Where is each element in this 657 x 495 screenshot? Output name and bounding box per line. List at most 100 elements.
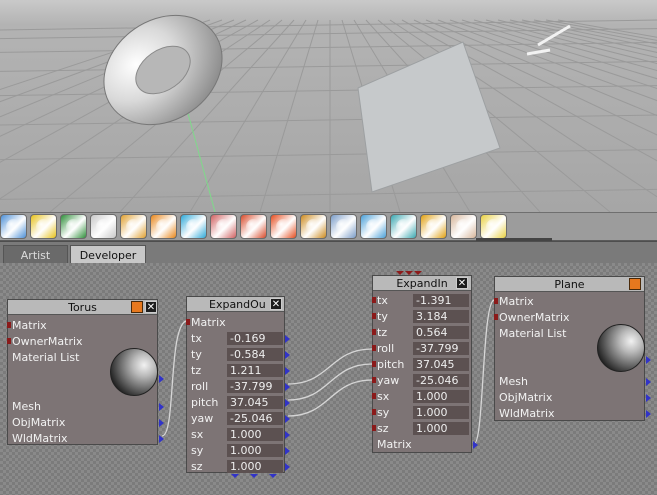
plane-output-objmatrix[interactable]: ObjMatrix xyxy=(495,390,552,405)
expandin-field-tx[interactable]: tx xyxy=(372,293,388,308)
wire-roll[interactable] xyxy=(287,348,373,385)
expandout-out-port-sx[interactable] xyxy=(285,431,290,439)
plane-node[interactable]: Plane Matrix OwnerMatrix Material List M… xyxy=(494,276,651,421)
torus-orange-toggle[interactable] xyxy=(131,301,143,313)
speaker-icon[interactable] xyxy=(0,214,27,239)
plane-orange-toggle[interactable] xyxy=(629,278,641,290)
torus-output-wldmatrix[interactable]: WldMatrix xyxy=(8,431,68,446)
expandout-bottom-port-1[interactable] xyxy=(231,474,239,478)
expandout-field-ty[interactable]: ty xyxy=(187,347,202,362)
expandout-field-sx[interactable]: sx xyxy=(187,427,203,442)
expandout-node[interactable]: ExpandOu ✕ Matrix tx -0.169 ty -0.584 tz 1.21… xyxy=(186,296,290,474)
expandin-top-port-3[interactable] xyxy=(414,271,422,275)
expandout-field-sz[interactable]: sz xyxy=(187,459,203,474)
expandout-field-tz[interactable]: tz xyxy=(187,363,201,378)
expandin-value-yaw[interactable]: -25.046 xyxy=(413,374,469,387)
expandin-top-port-2[interactable] xyxy=(405,271,413,275)
expandin-value-sx[interactable]: 1.000 xyxy=(413,390,469,403)
mm-logo-icon[interactable] xyxy=(420,214,447,239)
expandout-field-roll[interactable]: roll xyxy=(187,379,208,394)
expandout-field-sy[interactable]: sy xyxy=(187,443,203,458)
paint-icon[interactable] xyxy=(180,214,207,239)
expandin-output-matrix[interactable]: Matrix xyxy=(373,437,412,452)
expandin-field-yaw[interactable]: yaw xyxy=(371,373,399,388)
expandin-value-pitch[interactable]: 37.045 xyxy=(413,358,469,371)
expandout-value-sy[interactable]: 1.000 xyxy=(227,444,283,457)
expandout-input-matrix[interactable]: Matrix xyxy=(186,315,226,330)
checker-ball-icon[interactable] xyxy=(360,214,387,239)
expandout-out-port-tz[interactable] xyxy=(285,367,290,375)
expandout-field-pitch[interactable]: pitch xyxy=(187,395,218,410)
expandout-field-tx[interactable]: tx xyxy=(187,331,202,346)
expandout-bottom-port-2[interactable] xyxy=(250,474,258,478)
wire-torus-to-expandout[interactable] xyxy=(161,320,187,437)
expandout-out-port-tx[interactable] xyxy=(285,335,290,343)
blocks-icon[interactable] xyxy=(150,214,177,239)
torus-objmatrix-out-port[interactable] xyxy=(159,419,164,427)
slime-icon[interactable] xyxy=(120,214,147,239)
expandin-value-sz[interactable]: 1.000 xyxy=(413,422,469,435)
expandin-value-tz[interactable]: 0.564 xyxy=(413,326,469,339)
torus-close-button[interactable]: ✕ xyxy=(145,301,157,313)
plane-objmatrix-out-port[interactable] xyxy=(646,394,651,402)
wire-pitch[interactable] xyxy=(287,363,373,401)
expandout-value-ty[interactable]: -0.584 xyxy=(227,348,283,361)
tab-developer[interactable]: Developer xyxy=(70,245,146,264)
expandin-field-sy[interactable]: sy xyxy=(371,405,389,420)
expandin-value-tx[interactable]: -1.391 xyxy=(413,294,469,307)
sticker-icon[interactable] xyxy=(480,214,507,239)
3d-viewport[interactable] xyxy=(0,0,657,212)
expandout-out-port-roll[interactable] xyxy=(285,383,290,391)
expandin-field-pitch[interactable]: pitch xyxy=(371,357,404,372)
torus-node[interactable]: Torus ✕ Matrix OwnerMatrix Material List… xyxy=(7,299,164,446)
plane-mesh-out-port[interactable] xyxy=(646,378,651,386)
expandin-field-ty[interactable]: ty xyxy=(372,309,388,324)
expandout-out-port-sy[interactable] xyxy=(285,447,290,455)
plane-input-matrix[interactable]: Matrix xyxy=(494,294,534,309)
expandin-field-sx[interactable]: sx xyxy=(371,389,389,404)
expandout-value-tx[interactable]: -0.169 xyxy=(227,332,283,345)
pizza-icon[interactable] xyxy=(270,214,297,239)
expandout-bottom-port-3[interactable] xyxy=(269,474,277,478)
plane-material-out-port[interactable] xyxy=(646,356,651,364)
expandout-out-port-sz[interactable] xyxy=(285,463,290,471)
plane-output-mesh[interactable]: Mesh xyxy=(495,374,528,389)
expandout-value-tz[interactable]: 1.211 xyxy=(227,364,283,377)
torus-wldmatrix-out-port[interactable] xyxy=(159,435,164,443)
torus-material-out-port[interactable] xyxy=(159,375,164,383)
plane-material-preview[interactable] xyxy=(597,324,645,372)
expandin-field-sz[interactable]: sz xyxy=(372,421,389,436)
expandout-value-roll[interactable]: -37.799 xyxy=(227,380,283,393)
tools-icon[interactable] xyxy=(300,214,327,239)
expandout-close-button[interactable]: ✕ xyxy=(270,298,282,310)
torus-output-mesh[interactable]: Mesh xyxy=(8,399,41,414)
checker-plane-icon[interactable] xyxy=(330,214,357,239)
torus-input-matrix[interactable]: Matrix xyxy=(7,318,47,333)
torus-output-objmatrix[interactable]: ObjMatrix xyxy=(8,415,65,430)
expandin-field-roll[interactable]: roll xyxy=(371,341,394,356)
stage-icon[interactable] xyxy=(30,214,57,239)
plane-output-wldmatrix[interactable]: WldMatrix xyxy=(495,406,555,421)
heart-icon[interactable] xyxy=(210,214,237,239)
torus-input-material-list[interactable]: Material List xyxy=(8,350,79,365)
face-icon[interactable] xyxy=(450,214,477,239)
expandin-value-ty[interactable]: 3.184 xyxy=(413,310,469,323)
expandin-node[interactable]: ExpandIn ✕ tx -1.391 ty 3.184 tz 0.564 roll -37… xyxy=(371,275,478,453)
plane-input-ownermatrix[interactable]: OwnerMatrix xyxy=(494,310,570,325)
node-graph-canvas[interactable]: Torus ✕ Matrix OwnerMatrix Material List… xyxy=(0,263,657,495)
expandin-top-port-1[interactable] xyxy=(396,271,404,275)
expandin-field-tz[interactable]: tz xyxy=(371,325,387,340)
torus-mesh-out-port[interactable] xyxy=(159,403,164,411)
expandout-value-sz[interactable]: 1.000 xyxy=(227,460,283,473)
tab-artist[interactable]: Artist xyxy=(3,245,68,264)
molecule-icon[interactable] xyxy=(390,214,417,239)
expandin-value-sy[interactable]: 1.000 xyxy=(413,406,469,419)
wire-expandin-to-plane[interactable] xyxy=(473,299,495,445)
plant-icon[interactable] xyxy=(60,214,87,239)
expandout-value-yaw[interactable]: -25.046 xyxy=(227,412,283,425)
expandin-value-roll[interactable]: -37.799 xyxy=(413,342,469,355)
sphere-icon[interactable] xyxy=(90,214,117,239)
torus-object[interactable] xyxy=(83,0,244,147)
expandout-out-port-yaw[interactable] xyxy=(285,415,290,423)
wire-yaw[interactable] xyxy=(287,379,373,417)
